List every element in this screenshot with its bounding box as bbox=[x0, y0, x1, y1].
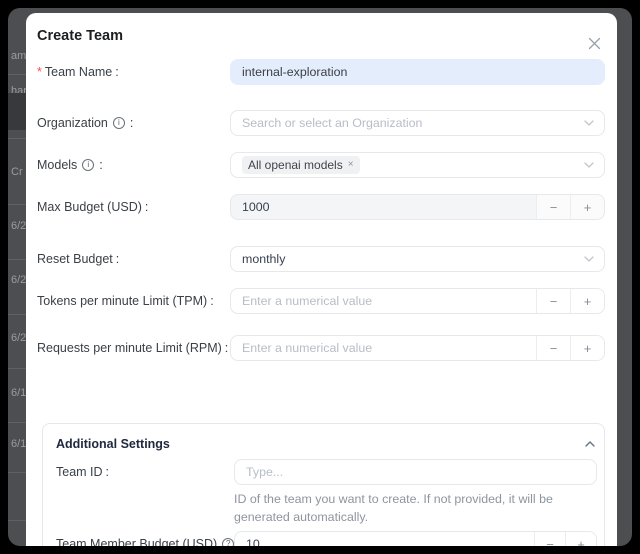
tpm-row: Tokens per minute Limit (TPM) : − + bbox=[37, 288, 605, 314]
increment-button[interactable]: + bbox=[570, 195, 604, 219]
info-icon: i bbox=[113, 117, 125, 129]
background-divider bbox=[8, 74, 27, 75]
background-table-fragment: 6/1 bbox=[11, 438, 26, 450]
decrement-button[interactable]: − bbox=[536, 289, 570, 313]
organization-select[interactable]: Search or select an Organization bbox=[230, 110, 605, 136]
rpm-stepper: − + bbox=[230, 335, 605, 361]
create-team-modal: Create Team * Team Name : Organization i… bbox=[26, 13, 617, 546]
models-row: Models i : All openai models × bbox=[37, 152, 605, 178]
additional-settings-title: Additional Settings bbox=[56, 437, 170, 451]
additional-settings-header[interactable]: Additional Settings bbox=[56, 437, 595, 451]
background-table-fragment: am bbox=[11, 50, 26, 62]
reset-budget-select[interactable]: monthly bbox=[230, 246, 605, 272]
increment-button[interactable]: + bbox=[570, 289, 604, 313]
reset-budget-label: Reset Budget : bbox=[37, 252, 230, 267]
increment-button[interactable]: + bbox=[565, 532, 596, 546]
background-divider bbox=[8, 472, 27, 473]
max-budget-input[interactable] bbox=[231, 195, 536, 219]
tpm-label: Tokens per minute Limit (TPM) : bbox=[37, 294, 230, 309]
tpm-input[interactable] bbox=[231, 289, 536, 313]
close-button[interactable] bbox=[586, 35, 602, 51]
models-label: Models i : bbox=[37, 158, 230, 173]
models-select[interactable]: All openai models × bbox=[230, 152, 605, 178]
background-divider bbox=[8, 204, 27, 205]
organization-row: Organization i : Search or select an Org… bbox=[37, 110, 605, 136]
model-tag: All openai models × bbox=[242, 156, 360, 174]
reset-budget-value: monthly bbox=[242, 252, 285, 266]
decrement-button[interactable]: − bbox=[534, 532, 565, 546]
tag-remove-icon[interactable]: × bbox=[348, 160, 354, 170]
team-id-label: Team ID : bbox=[56, 465, 234, 480]
background-divider bbox=[8, 259, 27, 260]
reset-budget-row: Reset Budget : monthly bbox=[37, 246, 605, 272]
dimmed-background-window: am har Cr 6/2 6/2 6/2 6/1 6/1 Create Tea… bbox=[8, 8, 632, 546]
background-divider bbox=[8, 422, 27, 423]
background-table-fragment: 6/2 bbox=[11, 274, 26, 286]
rpm-input[interactable] bbox=[231, 336, 536, 360]
team-id-row: Team ID : bbox=[56, 459, 595, 485]
chevron-down-icon bbox=[584, 120, 594, 126]
modal-title: Create Team bbox=[37, 28, 605, 44]
chevron-down-icon bbox=[584, 162, 594, 168]
max-budget-stepper: − + bbox=[230, 194, 605, 220]
background-table-fragment: 6/1 bbox=[11, 387, 26, 399]
rpm-row: Requests per minute Limit (RPM) : − + bbox=[37, 335, 605, 361]
team-name-label: * Team Name : bbox=[37, 65, 230, 80]
chevron-down-icon bbox=[584, 256, 594, 262]
organization-placeholder: Search or select an Organization bbox=[242, 116, 422, 130]
required-asterisk: * bbox=[37, 65, 42, 80]
max-budget-label: Max Budget (USD) : bbox=[37, 200, 230, 215]
background-dark-row bbox=[8, 93, 28, 130]
chevron-up-icon bbox=[585, 441, 595, 447]
team-member-budget-stepper: − + bbox=[234, 531, 597, 546]
close-icon bbox=[588, 37, 601, 50]
help-icon: ? bbox=[222, 538, 234, 546]
max-budget-row: Max Budget (USD) : − + bbox=[37, 194, 605, 220]
team-name-row: * Team Name : bbox=[37, 59, 605, 85]
team-member-budget-input[interactable] bbox=[235, 532, 534, 546]
rpm-label: Requests per minute Limit (RPM) : bbox=[37, 341, 230, 356]
background-divider bbox=[8, 314, 27, 315]
decrement-button[interactable]: − bbox=[536, 195, 570, 219]
team-member-budget-label: Team Member Budget (USD) ? : bbox=[56, 537, 234, 547]
background-table-fragment: Cr bbox=[11, 166, 23, 178]
team-id-help-text: ID of the team you want to create. If no… bbox=[234, 490, 597, 526]
team-name-input[interactable] bbox=[230, 59, 605, 85]
background-divider bbox=[8, 520, 27, 521]
increment-button[interactable]: + bbox=[570, 336, 604, 360]
info-icon: i bbox=[82, 159, 94, 171]
background-table-fragment: 6/2 bbox=[11, 220, 26, 232]
background-table-fragment: 6/2 bbox=[11, 332, 26, 344]
team-member-budget-row: Team Member Budget (USD) ? : − + bbox=[56, 531, 595, 546]
background-divider bbox=[8, 368, 27, 369]
organization-label: Organization i : bbox=[37, 116, 230, 131]
team-id-input[interactable] bbox=[234, 459, 597, 485]
background-divider bbox=[8, 138, 27, 139]
tpm-stepper: − + bbox=[230, 288, 605, 314]
additional-settings-panel: Additional Settings Team ID : ID of the … bbox=[42, 423, 605, 546]
decrement-button[interactable]: − bbox=[536, 336, 570, 360]
